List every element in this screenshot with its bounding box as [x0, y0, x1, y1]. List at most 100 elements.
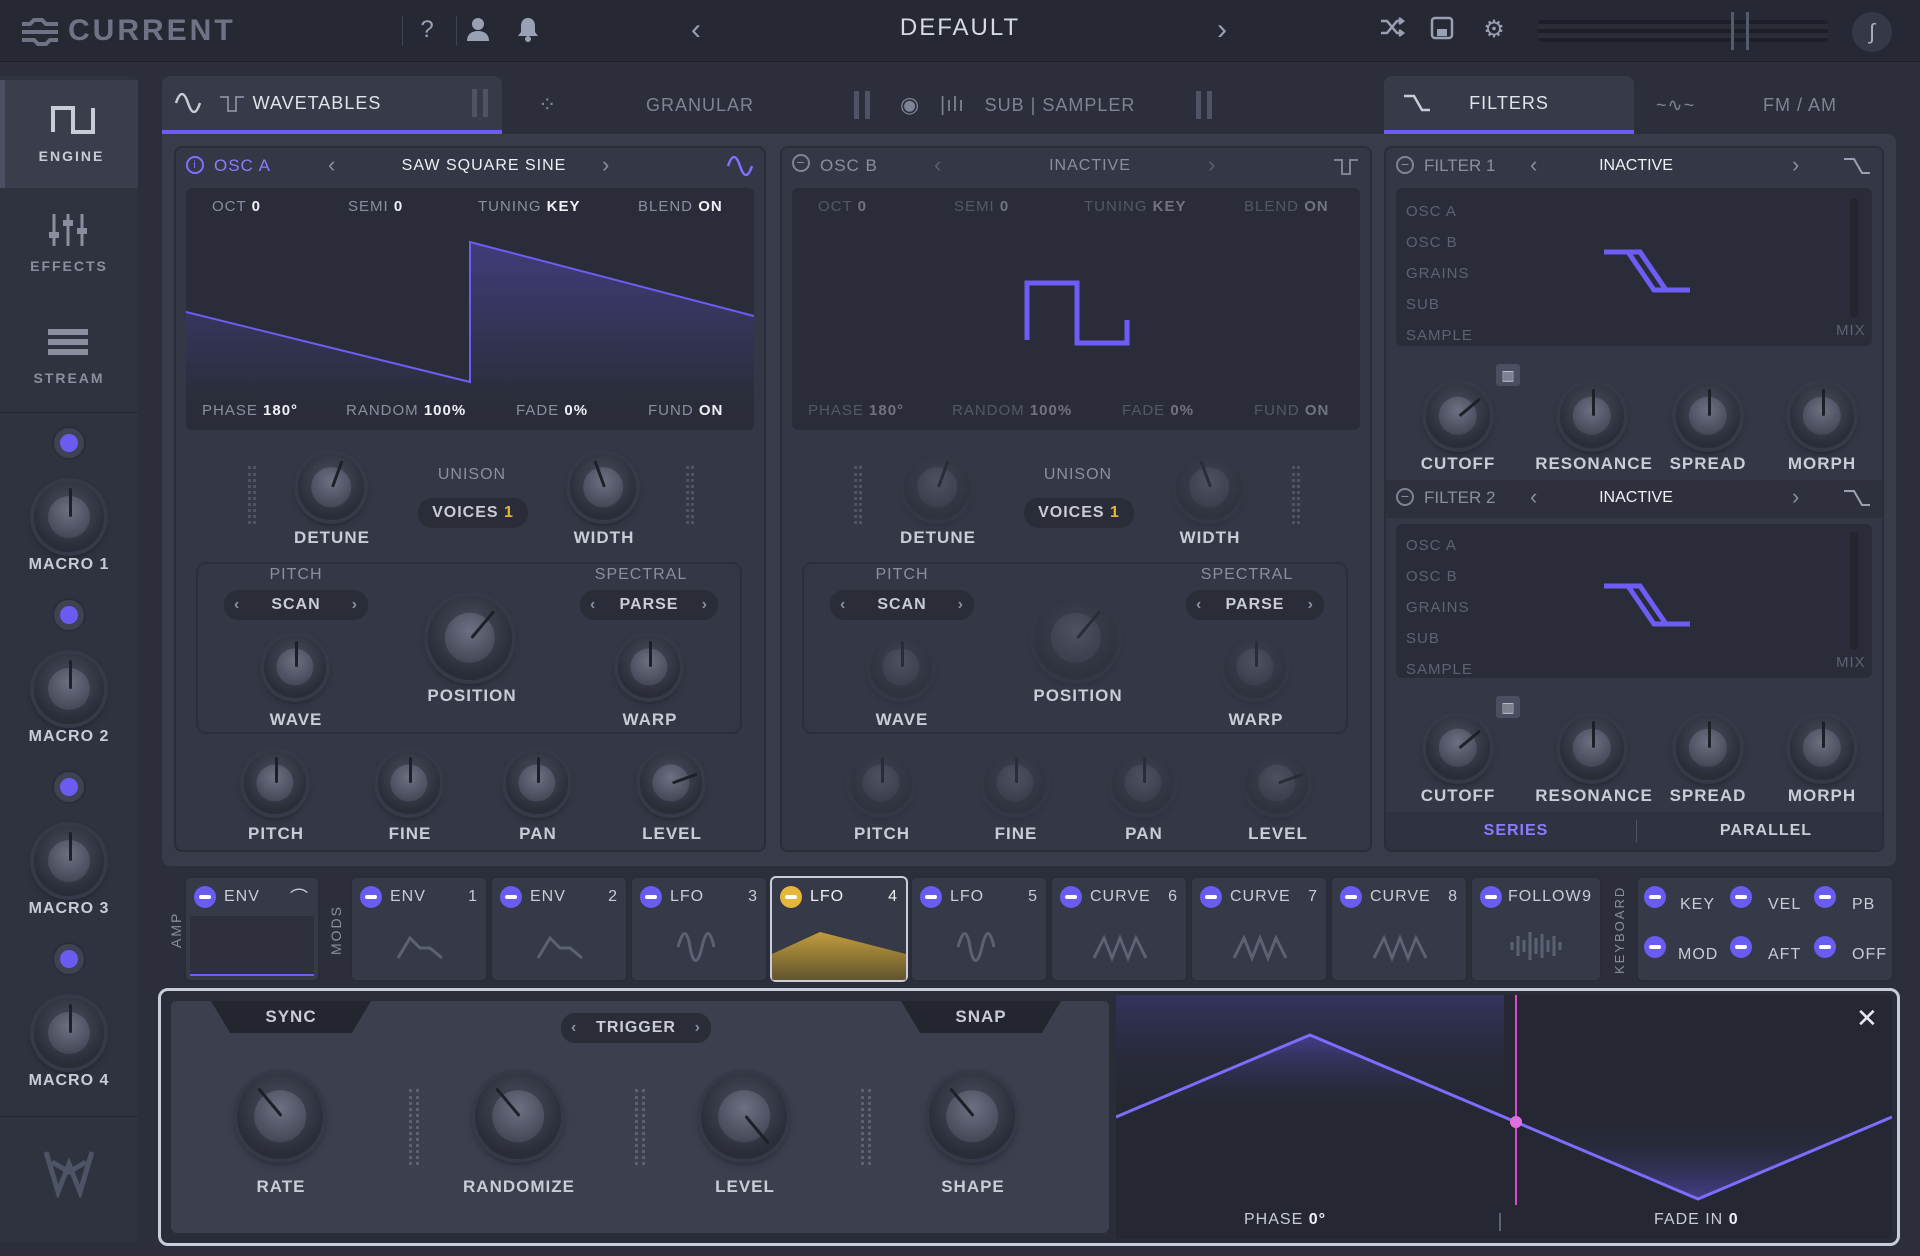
- tab-sub-sampler[interactable]: ◉ |ılı SUB | SAMPLER: [890, 76, 1230, 134]
- osc-a-fade-value[interactable]: 0%: [564, 402, 588, 419]
- mod-slot-4-toggle[interactable]: [780, 886, 802, 908]
- sub-pause-icon[interactable]: [1196, 91, 1212, 119]
- filter-2-src-osc-a[interactable]: OSC A: [1406, 530, 1473, 561]
- filter-1-src-sub[interactable]: SUB: [1406, 289, 1473, 320]
- osc-b-voices-button[interactable]: VOICES 1: [1024, 498, 1134, 528]
- vel-source[interactable]: VEL: [1768, 896, 1801, 914]
- osc-a-phase-value[interactable]: 180°: [263, 402, 298, 419]
- osc-b-pan-knob[interactable]: [1112, 752, 1174, 814]
- pb-toggle[interactable]: [1814, 886, 1836, 908]
- osc-pause-icon[interactable]: [472, 89, 488, 117]
- osc-a-tuning-value[interactable]: KEY: [547, 198, 581, 215]
- mod-slot-5[interactable]: LFO 5: [910, 876, 1048, 982]
- mod-slot-6-toggle[interactable]: [1060, 886, 1082, 908]
- macro-2-assign-button[interactable]: [52, 598, 86, 632]
- granular-pause-icon[interactable]: [854, 91, 870, 119]
- shuffle-icon[interactable]: [1378, 16, 1406, 44]
- macro-3-assign-button[interactable]: [52, 770, 86, 804]
- osc-b-width-knob[interactable]: [1176, 454, 1242, 520]
- osc-a-wavetable-display[interactable]: OCT 0 SEMI 0 TUNING KEY BLEND ON PHASE 1…: [186, 188, 754, 430]
- filter-1-prev-button[interactable]: ‹: [1530, 152, 1537, 178]
- mod-slot-7[interactable]: CURVE 7: [1190, 876, 1328, 982]
- tab-fm-am[interactable]: ~∿~ FM / AM: [1644, 76, 1896, 134]
- mod-slot-1-toggle[interactable]: [360, 886, 382, 908]
- filter-1-src-osc-b[interactable]: OSC B: [1406, 227, 1473, 258]
- tab-granular[interactable]: ⁘ GRANULAR: [520, 76, 880, 134]
- mod-slot-4[interactable]: LFO 4: [770, 876, 908, 982]
- osc-b-pitch-knob[interactable]: [850, 752, 912, 814]
- filter-1-morph-knob[interactable]: [1790, 384, 1854, 448]
- filter-2-type[interactable]: INACTIVE: [1556, 489, 1716, 507]
- osc-a-prev-wave-button[interactable]: ‹: [328, 152, 336, 178]
- filter-2-mix-slider[interactable]: [1850, 532, 1858, 650]
- filter-1-next-button[interactable]: ›: [1792, 152, 1799, 178]
- osc-a-fine-knob[interactable]: [378, 752, 440, 814]
- filter-2-resonance-knob[interactable]: [1560, 716, 1624, 780]
- macro-4-assign-button[interactable]: [52, 942, 86, 976]
- osc-a-semi-value[interactable]: 0: [394, 198, 403, 215]
- aft-source[interactable]: AFT: [1768, 946, 1801, 964]
- off-toggle[interactable]: [1814, 936, 1836, 958]
- osc-b-tuning-value[interactable]: KEY: [1153, 198, 1187, 215]
- parallel-routing-button[interactable]: PARALLEL: [1686, 822, 1846, 840]
- trigger-selector[interactable]: ‹ TRIGGER ›: [561, 1013, 711, 1043]
- osc-b-position-knob[interactable]: [1034, 596, 1118, 680]
- mod-slot-3[interactable]: LFO 3: [630, 876, 768, 982]
- osc-b-random-value[interactable]: 100%: [1030, 402, 1072, 419]
- filter-2-next-button[interactable]: ›: [1792, 484, 1799, 510]
- filter-2-prev-button[interactable]: ‹: [1530, 484, 1537, 510]
- osc-a-random-value[interactable]: 100%: [424, 402, 466, 419]
- lfo-rate-knob[interactable]: [237, 1073, 323, 1159]
- macro-3-knob[interactable]: [34, 826, 104, 896]
- osc-b-warp-knob[interactable]: [1224, 636, 1286, 698]
- osc-b-wavetable-display[interactable]: OCT 0 SEMI 0 TUNING KEY BLEND ON PHASE 1…: [792, 188, 1360, 430]
- osc-b-next-wave-button[interactable]: ›: [1208, 152, 1216, 178]
- osc-a-wavetable-name[interactable]: SAW SQUARE SINE: [376, 157, 592, 175]
- mod-slot-8-toggle[interactable]: [1340, 886, 1362, 908]
- osc-a-next-wave-button[interactable]: ›: [602, 152, 610, 178]
- filter-2-power-icon[interactable]: −: [1396, 488, 1414, 506]
- lfo-level-knob[interactable]: [701, 1073, 787, 1159]
- macro-2-knob[interactable]: [34, 654, 104, 724]
- output-meter[interactable]: [1538, 12, 1828, 50]
- macro-4-knob[interactable]: [34, 998, 104, 1068]
- filter-1-power-icon[interactable]: −: [1396, 156, 1414, 174]
- filter-2-src-osc-b[interactable]: OSC B: [1406, 561, 1473, 592]
- osc-a-detune-knob[interactable]: [298, 454, 364, 520]
- aft-toggle[interactable]: [1730, 936, 1752, 958]
- osc-b-semi-value[interactable]: 0: [1000, 198, 1009, 215]
- osc-b-level-knob[interactable]: [1246, 752, 1308, 814]
- curve-mode-button[interactable]: ∫: [1852, 12, 1892, 52]
- mod-slot-8[interactable]: CURVE 8: [1330, 876, 1468, 982]
- filter-1-src-osc-a[interactable]: OSC A: [1406, 196, 1473, 227]
- osc-b-wavetable-name[interactable]: INACTIVE: [982, 157, 1198, 175]
- help-icon[interactable]: ?: [413, 16, 441, 44]
- filter-1-display[interactable]: OSC A OSC B GRAINS SUB SAMPLE MIX: [1396, 188, 1872, 346]
- lfo-shape-display[interactable]: PHASE 0° FADE IN 0 ✕: [1116, 995, 1892, 1239]
- filter-2-morph-knob[interactable]: [1790, 716, 1854, 780]
- mod-toggle[interactable]: [1644, 936, 1666, 958]
- osc-b-detune-knob[interactable]: [904, 454, 970, 520]
- filter-1-keytrack-icon[interactable]: ▥: [1496, 364, 1520, 386]
- sidebar-item-effects[interactable]: EFFECTS: [0, 190, 138, 298]
- osc-b-power-icon[interactable]: −: [792, 154, 810, 172]
- mod-slot-2-toggle[interactable]: [500, 886, 522, 908]
- filter-1-type[interactable]: INACTIVE: [1556, 157, 1716, 175]
- osc-a-level-knob[interactable]: [640, 752, 702, 814]
- osc-a-voices-button[interactable]: VOICES 1: [418, 498, 528, 528]
- filter-2-src-sample[interactable]: SAMPLE: [1406, 654, 1473, 685]
- lfo-fade-in-readout[interactable]: FADE IN 0: [1654, 1211, 1739, 1229]
- amp-env-slot[interactable]: ENV ⌒: [184, 876, 320, 982]
- mod-slot-5-toggle[interactable]: [920, 886, 942, 908]
- filter-2-cutoff-knob[interactable]: [1426, 716, 1490, 780]
- osc-b-wave-knob[interactable]: [870, 636, 932, 698]
- osc-a-fund-value[interactable]: ON: [699, 402, 724, 419]
- prev-preset-button[interactable]: ‹: [682, 15, 710, 45]
- filter-1-mix-slider[interactable]: [1850, 198, 1858, 318]
- vel-toggle[interactable]: [1730, 886, 1752, 908]
- filter-2-display[interactable]: OSC A OSC B GRAINS SUB SAMPLE MIX: [1396, 524, 1872, 678]
- mod-slot-3-toggle[interactable]: [640, 886, 662, 908]
- mod-slot-9[interactable]: FOLLOW 9: [1470, 876, 1602, 982]
- osc-a-position-knob[interactable]: [428, 596, 512, 680]
- close-icon[interactable]: ✕: [1856, 1003, 1878, 1034]
